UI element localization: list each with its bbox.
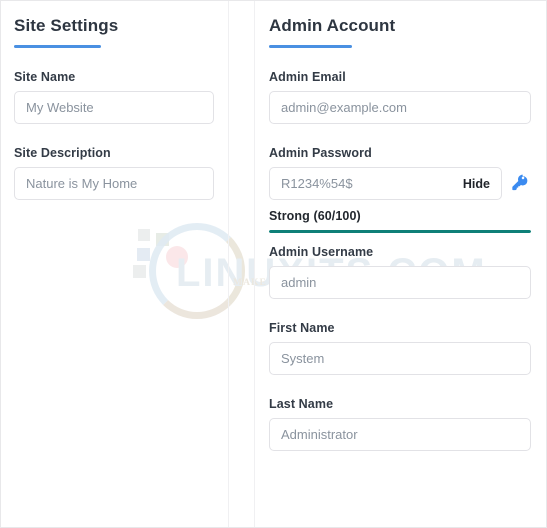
field-first-name: First Name xyxy=(269,321,531,375)
admin-username-label: Admin Username xyxy=(269,245,374,259)
two-column-layout: Site Settings Site Name Site Description… xyxy=(1,1,546,527)
first-name-input[interactable] xyxy=(269,342,531,375)
site-description-input[interactable] xyxy=(14,167,214,200)
field-admin-password: Admin Password Hide xyxy=(269,146,531,200)
admin-password-input[interactable] xyxy=(281,168,462,199)
generate-password-button[interactable] xyxy=(509,173,531,195)
password-strength-track xyxy=(269,230,531,233)
password-strength-meter: Strong (60/100) xyxy=(269,209,531,233)
setup-wizard-panel: LINUXITS.COM MAKE EASY YOUR SYSADMIN LIF… xyxy=(0,0,547,528)
field-site-name: Site Name xyxy=(14,70,214,124)
site-name-label: Site Name xyxy=(14,70,76,84)
field-admin-username: Admin Username xyxy=(269,245,531,299)
key-icon xyxy=(510,172,530,195)
admin-email-input[interactable] xyxy=(269,91,531,124)
field-admin-email: Admin Email xyxy=(269,70,531,124)
admin-username-input[interactable] xyxy=(269,266,531,299)
admin-password-input-wrap: Hide xyxy=(269,167,502,200)
admin-account-underline xyxy=(269,45,352,48)
admin-password-row: Hide xyxy=(269,167,531,200)
first-name-label: First Name xyxy=(269,321,335,335)
site-description-label: Site Description xyxy=(14,146,111,160)
admin-account-column: Admin Account Admin Email Admin Password… xyxy=(255,1,546,527)
field-site-description: Site Description xyxy=(14,146,214,200)
admin-password-label: Admin Password xyxy=(269,146,372,160)
site-settings-column: Site Settings Site Name Site Description xyxy=(1,1,228,527)
password-visibility-toggle[interactable]: Hide xyxy=(462,177,491,191)
site-name-input[interactable] xyxy=(14,91,214,124)
field-last-name: Last Name xyxy=(269,397,531,451)
column-divider xyxy=(228,1,255,527)
site-settings-underline xyxy=(14,45,101,48)
admin-account-title: Admin Account xyxy=(269,16,396,35)
admin-email-label: Admin Email xyxy=(269,70,346,84)
last-name-label: Last Name xyxy=(269,397,334,411)
last-name-input[interactable] xyxy=(269,418,531,451)
password-strength-fill xyxy=(269,230,531,233)
site-settings-title: Site Settings xyxy=(14,16,119,35)
password-strength-label: Strong (60/100) xyxy=(269,209,361,223)
